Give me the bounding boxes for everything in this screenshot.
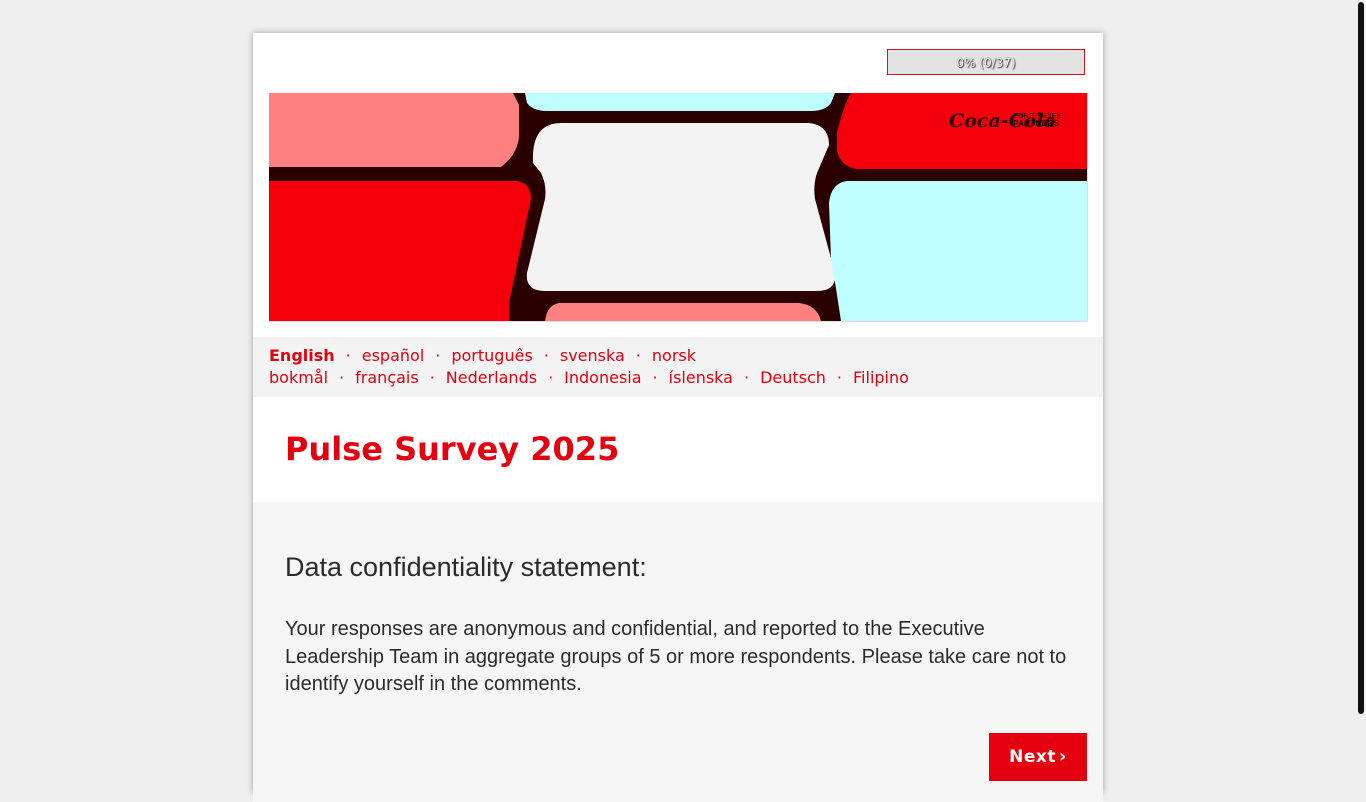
language-separator: ·: [543, 346, 549, 365]
language-selector: English · español · português · svenska · norsk …: [253, 337, 1103, 397]
language-separator: ·: [635, 346, 641, 365]
page-scrollbar[interactable]: [1356, 0, 1366, 768]
language-option[interactable]: Nederlands: [446, 368, 537, 387]
language-separator: ·: [429, 368, 435, 387]
language-separator: ·: [743, 368, 750, 387]
confidentiality-text: Your responses are anonymous and confide…: [285, 618, 1067, 695]
language-separator: ·: [339, 368, 345, 387]
language-option[interactable]: Deutsch: [760, 368, 826, 387]
language-separator: ·: [548, 368, 554, 387]
language-option[interactable]: français: [355, 368, 419, 387]
survey-card: 0% (0/37) Coca-Cola EUROPACIFIC PARTNERS…: [253, 33, 1103, 802]
next-label: Next: [1009, 747, 1056, 767]
language-separator: ·: [435, 346, 441, 365]
content-area: Data confidentiality statement: Your res…: [253, 502, 1103, 802]
language-option[interactable]: svenska: [560, 346, 625, 365]
language-option[interactable]: Indonesia: [564, 368, 641, 387]
language-option[interactable]: Filipino: [853, 368, 909, 387]
next-button[interactable]: Next ›: [989, 733, 1087, 781]
language-separator: ·: [345, 346, 351, 365]
chevron-right-icon: ›: [1058, 746, 1067, 767]
header-banner: Coca-Cola EUROPACIFIC PARTNERS: [269, 93, 1088, 322]
progress-label: 0% (0/37): [956, 56, 1016, 70]
section-heading: Data confidentiality statement:: [285, 552, 647, 582]
language-option[interactable]: íslenska: [669, 368, 733, 387]
banner-graphic: Coca-Cola EUROPACIFIC PARTNERS: [269, 93, 1087, 321]
progress-bar: 0% (0/37): [887, 49, 1085, 75]
language-separator: ·: [652, 368, 658, 387]
language-option[interactable]: español: [362, 346, 425, 365]
language-option: English: [269, 346, 335, 365]
language-option[interactable]: português: [451, 346, 532, 365]
page-title: Pulse Survey 2025: [285, 430, 620, 468]
logo-line2: PARTNERS: [1013, 118, 1059, 128]
scrollbar-thumb[interactable]: [1358, 2, 1364, 714]
language-separator: ·: [836, 368, 843, 387]
